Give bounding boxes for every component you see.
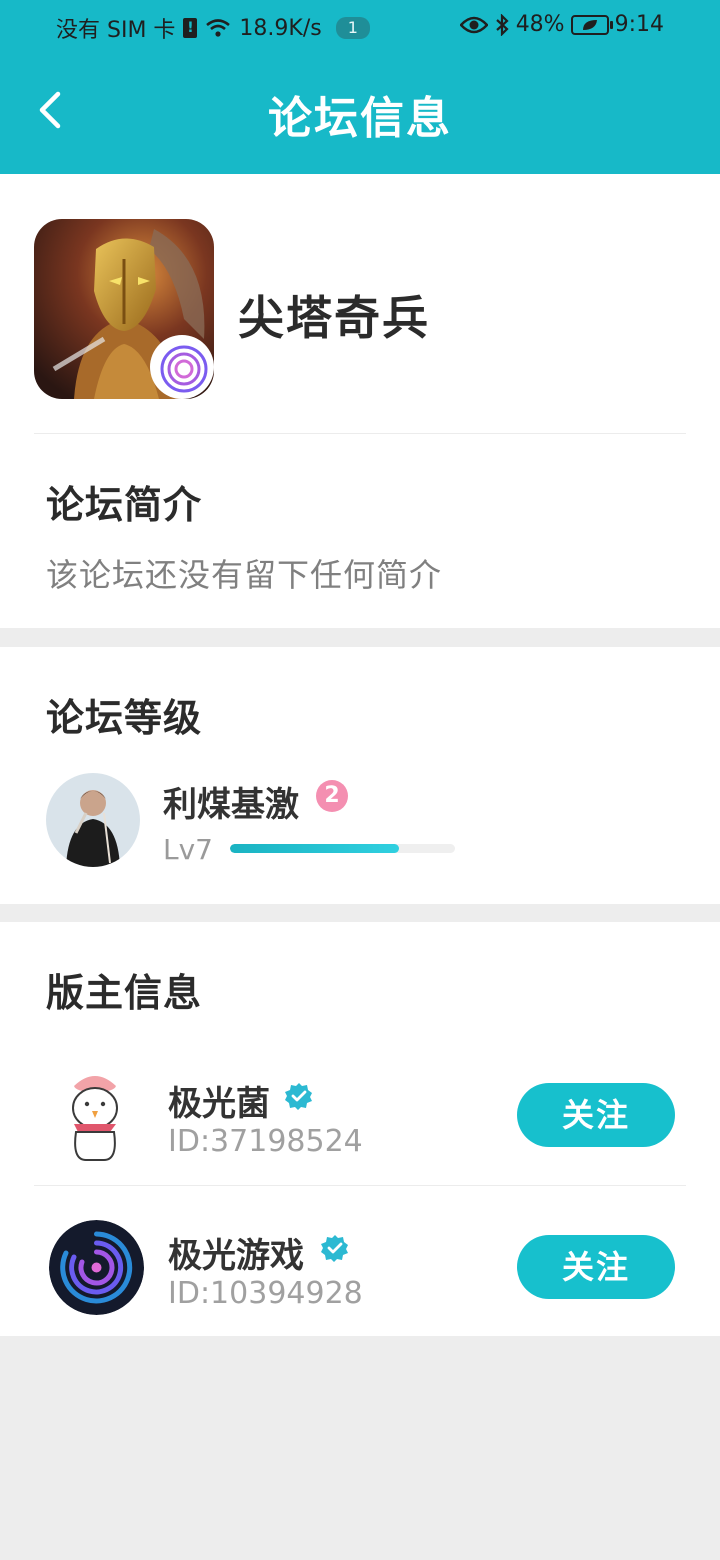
forum-level-card: 论坛等级 利煤基激 2 Lv7 bbox=[0, 647, 720, 904]
navigation-bar: 论坛信息 bbox=[0, 52, 720, 174]
user-photo bbox=[46, 773, 140, 867]
game-icon bbox=[34, 219, 214, 399]
intro-text: 该论坛还没有留下任何简介 bbox=[46, 556, 443, 594]
verified-icon bbox=[321, 1235, 348, 1262]
network-speed: 18.9K/s bbox=[239, 15, 322, 41]
level-progress-bar bbox=[230, 844, 455, 853]
moderator-name: 极光菌 bbox=[168, 1084, 270, 1124]
wifi-icon bbox=[206, 19, 231, 37]
user-avatar[interactable] bbox=[46, 773, 140, 867]
battery-icon bbox=[570, 14, 613, 35]
page-title: 论坛信息 bbox=[268, 93, 452, 144]
level-progress-fill bbox=[230, 844, 399, 853]
mascot-avatar bbox=[52, 1068, 138, 1162]
verified-icon bbox=[285, 1083, 312, 1110]
user-name: 利煤基激 bbox=[163, 785, 299, 825]
clock-time: 9:14 bbox=[614, 12, 664, 37]
app-header: 没有 SIM 卡 ! 18.9K/s 1 48% 9:14 论坛信息 bbox=[0, 0, 720, 174]
battery-percent: 48% bbox=[515, 12, 565, 37]
level-title: 论坛等级 bbox=[46, 696, 203, 740]
follow-button[interactable]: 关注 bbox=[517, 1083, 675, 1147]
divider bbox=[34, 433, 686, 434]
aurora-logo-avatar bbox=[49, 1220, 144, 1315]
status-left: 没有 SIM 卡 ! 18.9K/s 1 bbox=[56, 12, 370, 44]
sim-alert-icon: ! bbox=[183, 18, 198, 38]
status-right: 48% 9:14 bbox=[459, 12, 664, 37]
moderator-id: ID:37198524 bbox=[168, 1124, 363, 1159]
forum-name: 尖塔奇兵 bbox=[238, 291, 430, 345]
notification-count: 1 bbox=[335, 17, 370, 39]
moderator-id: ID:10394928 bbox=[168, 1276, 363, 1311]
badge-logo bbox=[150, 335, 214, 399]
user-badge: 2 bbox=[316, 780, 348, 812]
moderator-avatar[interactable] bbox=[52, 1068, 138, 1162]
moderators-title: 版主信息 bbox=[46, 971, 203, 1015]
leaf-icon bbox=[582, 19, 597, 30]
moderator-name: 极光游戏 bbox=[168, 1236, 304, 1276]
moderators-card: 版主信息 极光菌 ID:37198524 关注 极光游戏 ID:10394928… bbox=[0, 922, 720, 1336]
forum-info-card: 尖塔奇兵 论坛简介 该论坛还没有留下任何简介 bbox=[0, 174, 720, 628]
carrier-text: 没有 SIM 卡 bbox=[56, 18, 176, 43]
intro-title: 论坛简介 bbox=[46, 483, 203, 527]
bluetooth-icon bbox=[495, 13, 509, 36]
follow-button[interactable]: 关注 bbox=[517, 1235, 675, 1299]
eye-icon bbox=[459, 16, 488, 33]
user-level: Lv7 bbox=[163, 833, 213, 866]
moderator-avatar[interactable] bbox=[49, 1220, 144, 1315]
status-bar: 没有 SIM 卡 ! 18.9K/s 1 48% 9:14 bbox=[0, 0, 720, 52]
divider bbox=[34, 1185, 686, 1186]
game-artwork bbox=[34, 219, 214, 399]
